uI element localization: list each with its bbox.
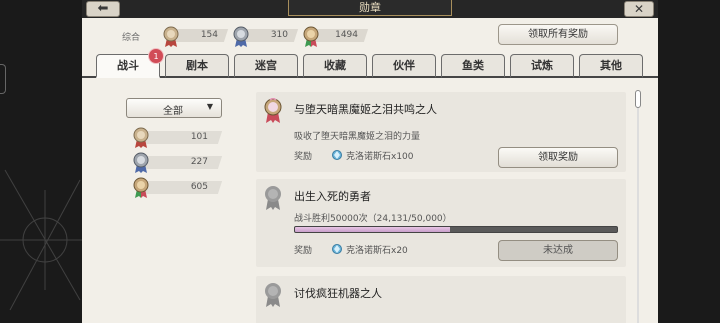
claim-all-rewards-button[interactable]: 领取所有奖励 [498, 24, 618, 45]
count-gold: 605 [132, 177, 223, 199]
list-item: 与堕天暗黑魔姬之泪共鸣之人 吸收了堕天暗黑魔姬之泪的力量 奖励 克洛诺斯石x10… [256, 92, 626, 172]
gold-medal-icon [133, 177, 149, 198]
achievement-progress-bar [294, 226, 618, 233]
pink-medal-icon [264, 98, 282, 123]
side-panel-handle[interactable] [0, 64, 6, 94]
silver-medal-icon [133, 152, 149, 173]
tab-trial[interactable]: 试炼 [510, 54, 574, 78]
summary-bronze-value: 154 [200, 30, 218, 40]
list-item: 出生入死的勇者 战斗胜利50000次（24,131/50,000） 奖励 克洛诺… [256, 179, 626, 267]
background-decoration [0, 169, 90, 311]
tab-labyrinth[interactable]: 迷宫 [234, 54, 298, 78]
not-achieved-button[interactable]: 未达成 [498, 240, 618, 261]
scroll-track [637, 92, 639, 323]
achievement-list: 与堕天暗黑魔姬之泪共鸣之人 吸收了堕天暗黑魔姬之泪的力量 奖励 克洛诺斯石x10… [256, 88, 628, 323]
count-silver-value: 227 [190, 157, 208, 167]
tab-collection[interactable]: 收藏 [303, 54, 367, 78]
count-bronze-value: 101 [190, 132, 208, 142]
achievement-title: 出生入死的勇者 [294, 190, 371, 203]
chronos-stone-icon [332, 244, 342, 254]
count-gold-value: 605 [190, 182, 208, 192]
medal-filter-dropdown[interactable]: 全部 ▼ [126, 98, 222, 118]
summary-silver-value: 310 [270, 30, 288, 40]
filter-selected-value: 全部 [163, 106, 183, 117]
count-bronze: 101 [132, 127, 223, 149]
tab-companion[interactable]: 伙伴 [372, 54, 436, 78]
game-screen: ⬅ 勋章 ✕ 综合 154 310 1494 领取所有奖励 1 战斗 剧本 迷宫… [0, 0, 720, 323]
back-button[interactable]: ⬅ [86, 1, 120, 17]
bronze-medal-icon [163, 26, 179, 47]
chronos-stone-icon [332, 150, 342, 160]
reward-label: 奖励 [294, 152, 313, 162]
tab-other[interactable]: 其他 [579, 54, 643, 78]
silver-medal-icon [233, 26, 249, 47]
medals-panel: ⬅ 勋章 ✕ 综合 154 310 1494 领取所有奖励 1 战斗 剧本 迷宫… [82, 0, 658, 323]
reward-value: 克洛诺斯石x20 [346, 246, 408, 256]
scrollbar-thumb[interactable] [635, 90, 641, 108]
summary-silver: 310 [232, 24, 299, 48]
medal-summary: 综合 154 310 1494 领取所有奖励 [82, 24, 658, 48]
category-tabs: 战斗 剧本 迷宫 收藏 伙伴 鱼类 试炼 其他 [96, 54, 652, 78]
tab-story[interactable]: 剧本 [165, 54, 229, 78]
reward-value: 克洛诺斯石x100 [346, 152, 414, 162]
close-button[interactable]: ✕ [624, 1, 654, 17]
claim-reward-button[interactable]: 领取奖励 [498, 147, 618, 168]
achievement-description: 战斗胜利50000次（24,131/50,000） [294, 214, 452, 224]
locked-medal-icon [265, 283, 281, 307]
count-silver: 227 [132, 152, 223, 174]
top-bar: ⬅ 勋章 ✕ [82, 0, 658, 18]
progress-fill [295, 227, 450, 232]
summary-label: 综合 [122, 33, 141, 43]
summary-bronze: 154 [162, 24, 229, 48]
page-title: 勋章 [288, 0, 452, 16]
achievement-title: 与堕天暗黑魔姬之泪共鸣之人 [294, 103, 437, 116]
achievement-title: 讨伐疯狂机器之人 [294, 287, 382, 300]
chevron-down-icon: ▼ [206, 102, 213, 111]
achievement-description: 吸收了堕天暗黑魔姬之泪的力量 [294, 132, 421, 142]
reward-label: 奖励 [294, 246, 313, 256]
tab-fish[interactable]: 鱼类 [441, 54, 505, 78]
list-item: 讨伐疯狂机器之人 [256, 276, 626, 323]
summary-gold-value: 1494 [335, 30, 358, 40]
gold-medal-icon [303, 26, 319, 47]
locked-medal-icon [265, 186, 281, 210]
bronze-medal-icon [133, 127, 149, 148]
summary-gold: 1494 [302, 24, 369, 48]
notification-badge: 1 [148, 48, 164, 64]
